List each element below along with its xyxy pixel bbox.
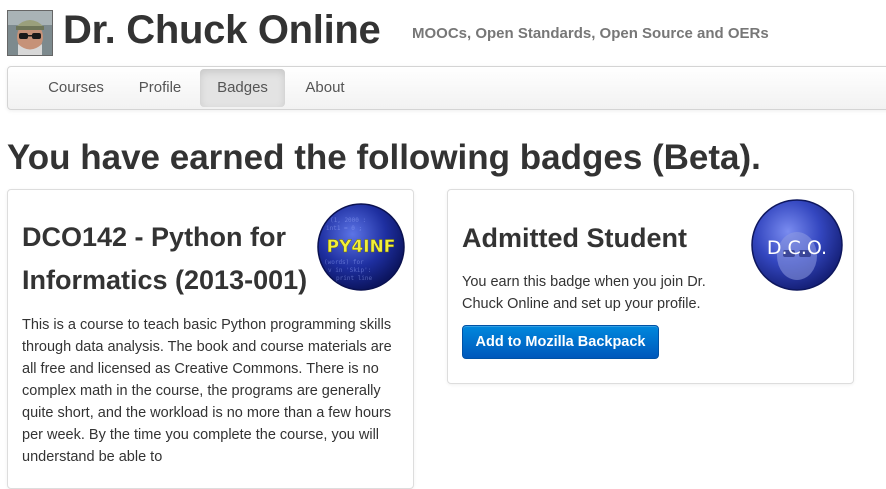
nav-courses[interactable]: Courses — [36, 69, 116, 107]
svg-text:int1 = 0 ;: int1 = 0 ; — [326, 225, 362, 232]
svg-text:v in 'Skip':: v in 'Skip': — [328, 267, 371, 274]
badge-title: Admitted Student — [462, 223, 687, 253]
nav-profile[interactable]: Profile — [125, 69, 195, 107]
badge-title: DCO142 - Python for Informatics (2013-00… — [22, 222, 308, 295]
navbar: Courses Profile Badges About — [7, 66, 886, 110]
site-tagline: MOOCs, Open Standards, Open Source and O… — [412, 25, 769, 42]
badge-description: You earn this badge when you join Dr. Ch… — [462, 274, 706, 312]
badge-card-admitted: Admitted Student D.C.O. You earn this ba… — [447, 189, 854, 384]
nav-about[interactable]: About — [291, 69, 359, 107]
py4inf-badge-icon: (1, 2000 : int1 = 0 ; (words) for v in '… — [316, 202, 406, 292]
badge-label: PY4INF — [327, 237, 396, 257]
badge-description: This is a course to teach basic Python p… — [22, 317, 392, 465]
site-title[interactable]: Dr. Chuck Online — [63, 6, 381, 54]
dco-badge-icon: D.C.O. — [750, 198, 844, 292]
add-to-backpack-button[interactable]: Add to Mozilla Backpack — [462, 325, 659, 359]
svg-text:(1, 2000 :: (1, 2000 : — [330, 217, 366, 224]
page-heading: You have earned the following badges (Be… — [7, 138, 761, 177]
badge-label: D.C.O. — [767, 237, 827, 259]
nav-badges[interactable]: Badges — [200, 69, 285, 107]
svg-text:print line: print line — [336, 275, 373, 282]
avatar — [7, 10, 53, 56]
svg-text:(words) for: (words) for — [324, 259, 364, 266]
avatar-image — [8, 11, 52, 55]
badge-card-py4inf: DCO142 - Python for Informatics (2013-00… — [7, 189, 414, 489]
